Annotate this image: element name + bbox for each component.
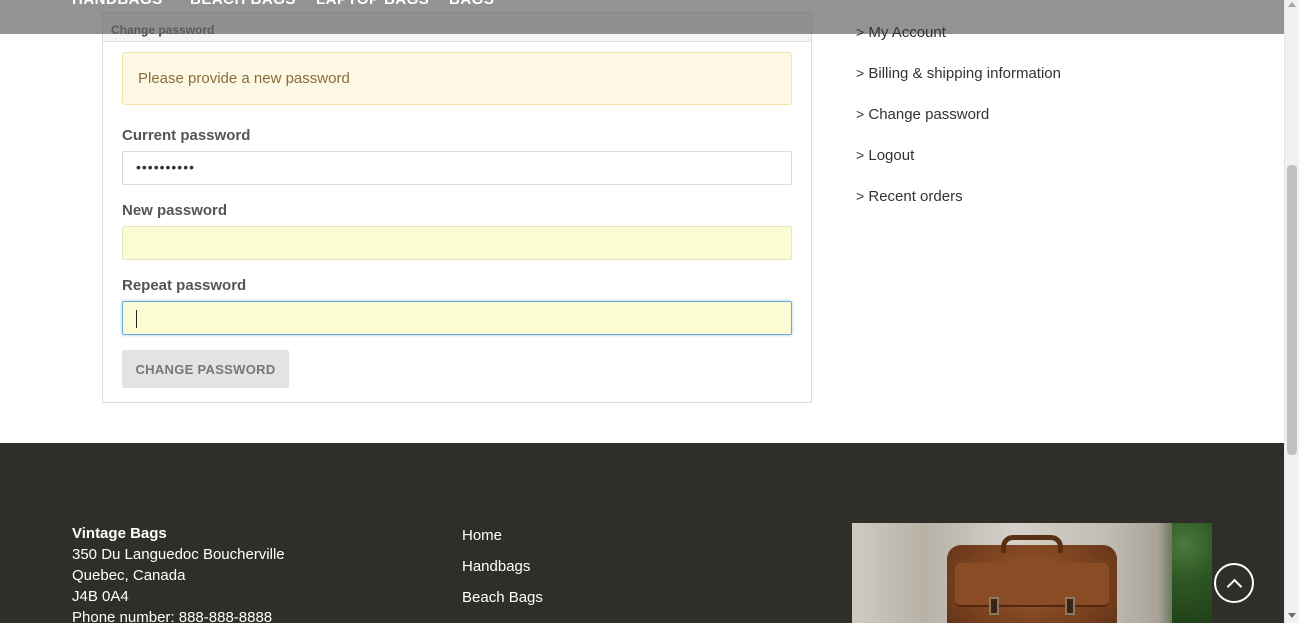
footer-brand: Vintage Bags <box>72 525 167 542</box>
top-navigation: HANDBAGS BEACH BAGS LAPTOP BAGS BAGS <box>0 0 1284 34</box>
repeat-password-input[interactable] <box>122 301 792 335</box>
text-cursor <box>136 310 137 328</box>
foliage <box>1172 523 1212 623</box>
alert-message: Please provide a new password <box>138 70 350 87</box>
chevron-right-icon: > <box>856 24 865 40</box>
footer-link-home[interactable]: Home <box>462 527 502 544</box>
account-link-change-password[interactable]: > Change password <box>856 106 989 123</box>
account-link-label: Billing & shipping information <box>868 65 1061 82</box>
footer-address-city: Quebec, Canada <box>72 567 186 584</box>
bag-shape <box>947 535 1117 623</box>
chevron-right-icon: > <box>856 188 865 204</box>
new-password-label: New password <box>122 202 228 219</box>
account-link-label: Logout <box>868 147 915 164</box>
leather-bag-photo <box>852 523 1212 623</box>
scrollbar-thumb[interactable] <box>1287 165 1297 455</box>
nav-item-beach-bags[interactable]: BEACH BAGS <box>190 0 296 8</box>
account-link-billing[interactable]: > Billing & shipping information <box>856 65 1061 82</box>
change-password-button-label: CHANGE PASSWORD <box>135 362 276 377</box>
scroll-down-arrow-icon[interactable] <box>1288 613 1296 618</box>
chevron-right-icon: > <box>856 65 865 81</box>
vertical-scrollbar[interactable] <box>1284 0 1299 623</box>
bag-buckle <box>1065 597 1075 615</box>
new-password-input[interactable] <box>122 226 792 260</box>
current-password-label: Current password <box>122 127 251 144</box>
warning-alert: Please provide a new password <box>122 52 792 105</box>
change-password-button[interactable]: CHANGE PASSWORD <box>122 350 289 388</box>
account-link-logout[interactable]: > Logout <box>856 147 914 164</box>
nav-item-laptop-bags[interactable]: LAPTOP BAGS <box>316 0 429 8</box>
account-link-label: My Account <box>868 24 946 41</box>
scroll-up-arrow-icon[interactable] <box>1288 2 1296 7</box>
current-password-input[interactable]: •••••••••• <box>122 151 792 185</box>
footer-phone: Phone number: 888-888-8888 <box>72 609 273 623</box>
page: Change password Please provide a new pas… <box>0 0 1284 623</box>
footer: Vintage Bags 350 Du Languedoc Bouchervil… <box>0 443 1284 623</box>
bag-buckle <box>989 597 999 615</box>
chevron-up-icon <box>1226 578 1243 595</box>
repeat-password-label: Repeat password <box>122 277 247 294</box>
account-link-label: Change password <box>868 106 990 123</box>
footer-link-beach-bags[interactable]: Beach Bags <box>462 589 543 606</box>
bag-handle <box>1001 535 1063 553</box>
account-link-my-account[interactable]: > My Account <box>856 24 946 41</box>
nav-item-handbags[interactable]: HANDBAGS <box>72 0 163 8</box>
scroll-to-top-button[interactable] <box>1214 563 1254 603</box>
footer-address-postal: J4B 0A4 <box>72 588 129 605</box>
chevron-right-icon: > <box>856 147 865 163</box>
current-password-value: •••••••••• <box>136 159 196 175</box>
account-link-label: Recent orders <box>868 188 963 205</box>
footer-link-handbags[interactable]: Handbags <box>462 558 530 575</box>
account-link-recent-orders[interactable]: > Recent orders <box>856 188 963 205</box>
nav-item-bags[interactable]: BAGS <box>449 0 494 8</box>
bag-flap <box>955 563 1109 607</box>
footer-address-street: 350 Du Languedoc Boucherville <box>72 546 285 563</box>
chevron-right-icon: > <box>856 106 865 122</box>
